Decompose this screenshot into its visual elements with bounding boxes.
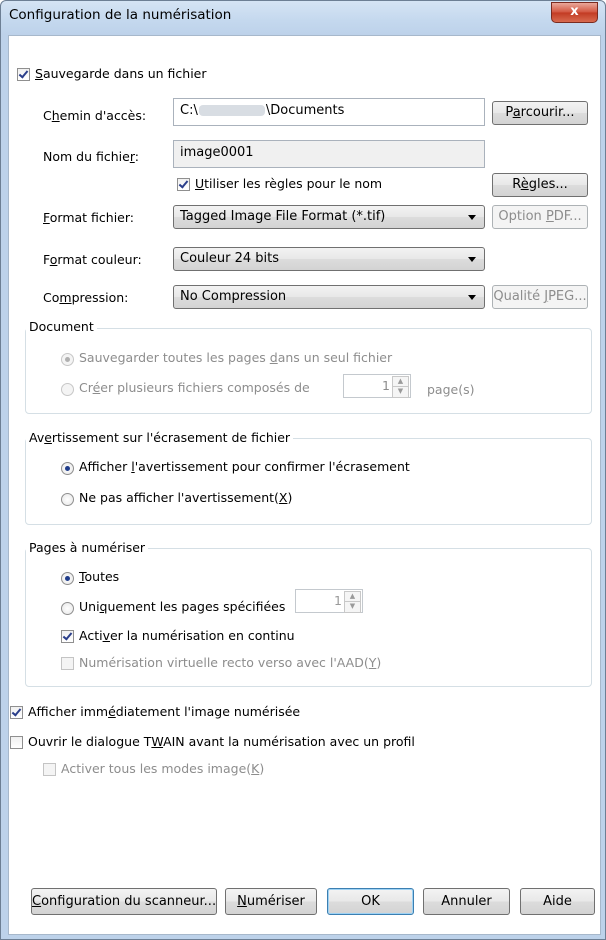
continuous-scan-checkbox[interactable] xyxy=(61,630,74,643)
pages-to-scan-title: Pages à numériser xyxy=(26,540,149,555)
pages-per-file-spinner[interactable]: 1 ▲ ▼ xyxy=(343,374,411,398)
continuous-scan-label[interactable]: Activer la numérisation en continu xyxy=(79,628,295,643)
compression-label: Compression: xyxy=(43,290,129,305)
show-warning-radio[interactable] xyxy=(61,462,74,475)
specified-pages-radio[interactable] xyxy=(61,602,74,615)
file-format-label: Format fichier: xyxy=(43,210,134,225)
all-image-modes-checkbox[interactable] xyxy=(43,763,56,776)
hide-warning-label[interactable]: Ne pas afficher l'avertissement(X) xyxy=(79,490,292,505)
multiple-files-radio[interactable] xyxy=(61,383,74,396)
spin-down-icon[interactable]: ▼ xyxy=(344,601,361,613)
overwrite-warning-group xyxy=(25,438,592,525)
close-icon: x xyxy=(570,4,579,19)
pdf-option-button[interactable]: Option PDF... xyxy=(492,205,588,229)
chevron-down-icon xyxy=(468,215,476,220)
scan-button[interactable]: Numériser xyxy=(225,888,317,915)
chevron-down-icon xyxy=(468,295,476,300)
dialog-body: Sauvegarde dans un fichier Chemin d'accè… xyxy=(8,35,601,935)
filename-label: Nom du fichier: xyxy=(43,149,139,164)
help-button[interactable]: Aide xyxy=(520,888,595,915)
single-file-label[interactable]: Sauvegarder toutes les pages dans un seu… xyxy=(79,350,392,365)
color-format-select[interactable]: Couleur 24 bits xyxy=(173,247,485,271)
save-to-file-label[interactable]: Sauvegarde dans un fichier xyxy=(35,66,207,81)
title-bar[interactable]: Configuration de la numérisation x xyxy=(1,1,605,35)
specified-pages-label[interactable]: Uniquement les pages spécifiées xyxy=(79,599,285,614)
path-label: Chemin d'accès: xyxy=(43,108,147,123)
virtual-duplex-label[interactable]: Numérisation virtuelle recto verso avec … xyxy=(79,655,381,670)
color-format-label: Format couleur: xyxy=(43,252,142,267)
chevron-down-icon xyxy=(468,257,476,262)
all-image-modes-label[interactable]: Activer tous les modes image(K) xyxy=(61,761,264,776)
pages-suffix-label: page(s) xyxy=(427,382,475,397)
single-file-radio[interactable] xyxy=(61,353,74,366)
show-image-checkbox[interactable] xyxy=(10,706,23,719)
cancel-button[interactable]: Annuler xyxy=(423,888,510,915)
spin-down-icon[interactable]: ▼ xyxy=(392,386,409,398)
window-title: Configuration de la numérisation xyxy=(9,7,232,23)
scan-config-dialog: Configuration de la numérisation x Sauve… xyxy=(0,0,606,940)
browse-button[interactable]: Parcourir... xyxy=(492,101,588,125)
overwrite-warning-title: Avertissement sur l'écrasement de fichie… xyxy=(26,430,294,445)
multiple-files-label[interactable]: Créer plusieurs fichiers composés de xyxy=(79,380,310,395)
save-to-file-checkbox[interactable] xyxy=(17,68,30,81)
scanner-config-button[interactable]: Configuration du scanneur... xyxy=(31,888,217,915)
naming-rules-checkbox[interactable] xyxy=(177,178,190,191)
document-group xyxy=(25,328,592,414)
show-image-label[interactable]: Afficher immédiatement l'image numérisée xyxy=(28,704,300,719)
close-button[interactable]: x xyxy=(551,2,598,23)
virtual-duplex-checkbox[interactable] xyxy=(61,657,74,670)
show-warning-label[interactable]: Afficher l'avertissement pour confirmer … xyxy=(79,459,410,474)
compression-select[interactable]: No Compression xyxy=(173,285,485,309)
document-group-title: Document xyxy=(26,319,97,334)
all-pages-radio[interactable] xyxy=(61,572,74,585)
all-pages-label[interactable]: Toutes xyxy=(79,569,119,584)
naming-rules-label[interactable]: Utiliser les règles pour le nom xyxy=(195,176,382,191)
redacted-folder-blur xyxy=(198,105,265,116)
twain-dialog-checkbox[interactable] xyxy=(10,736,23,749)
filename-field[interactable]: image0001 xyxy=(173,140,485,168)
specified-pages-spinner[interactable]: 1 ▲ ▼ xyxy=(295,589,363,613)
hide-warning-radio[interactable] xyxy=(61,493,74,506)
jpeg-quality-button[interactable]: Qualité JPEG... xyxy=(492,285,588,309)
file-format-select[interactable]: Tagged Image File Format (*.tif) xyxy=(173,205,485,229)
twain-dialog-label[interactable]: Ouvrir le dialogue TWAIN avant la numéri… xyxy=(28,734,415,749)
path-input[interactable]: C:\ \Documents xyxy=(173,98,485,126)
rules-button[interactable]: Règles... xyxy=(492,173,588,197)
ok-button[interactable]: OK xyxy=(327,888,414,915)
